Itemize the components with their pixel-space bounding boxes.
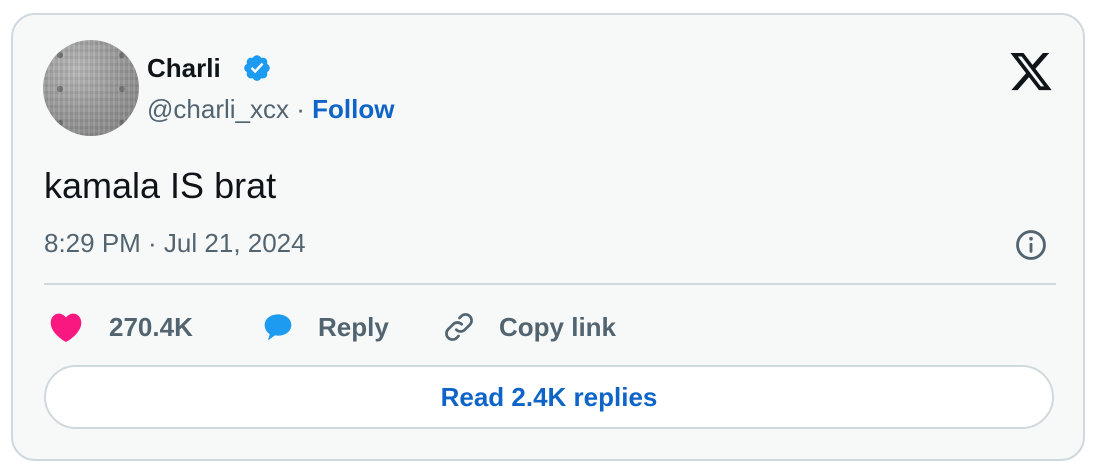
copy-link-label: Copy link xyxy=(499,312,617,342)
copy-link-button[interactable]: Copy link xyxy=(441,307,616,347)
speech-bubble-icon xyxy=(264,314,292,341)
tweet-timestamp[interactable]: 8:29 PM · Jul 21, 2024 xyxy=(44,227,306,259)
info-icon[interactable] xyxy=(1014,228,1048,262)
author-handle-row: @charli_xcx · Follow xyxy=(147,93,394,125)
handle-separator: · xyxy=(296,94,313,124)
author-handle[interactable]: @charli_xcx xyxy=(147,94,289,124)
x-logo-icon[interactable] xyxy=(1008,52,1054,94)
follow-link[interactable]: Follow xyxy=(312,94,394,124)
embedded-tweet-card: Charli @charli_xcx · Follow kamala IS br… xyxy=(11,13,1085,461)
heart-icon xyxy=(50,313,82,343)
verified-badge-icon xyxy=(244,55,270,81)
author-display-name[interactable]: Charli xyxy=(147,52,221,84)
link-icon xyxy=(445,313,473,341)
reply-label: Reply xyxy=(318,312,389,342)
tweet-text: kamala IS brat xyxy=(44,165,277,206)
avatar[interactable] xyxy=(43,40,139,136)
like-button[interactable]: 270.4K xyxy=(49,307,193,347)
read-replies-button[interactable]: Read 2.4K replies xyxy=(44,365,1054,429)
like-count: 270.4K xyxy=(109,312,193,342)
reply-button[interactable]: Reply xyxy=(260,307,389,347)
divider xyxy=(44,283,1056,285)
